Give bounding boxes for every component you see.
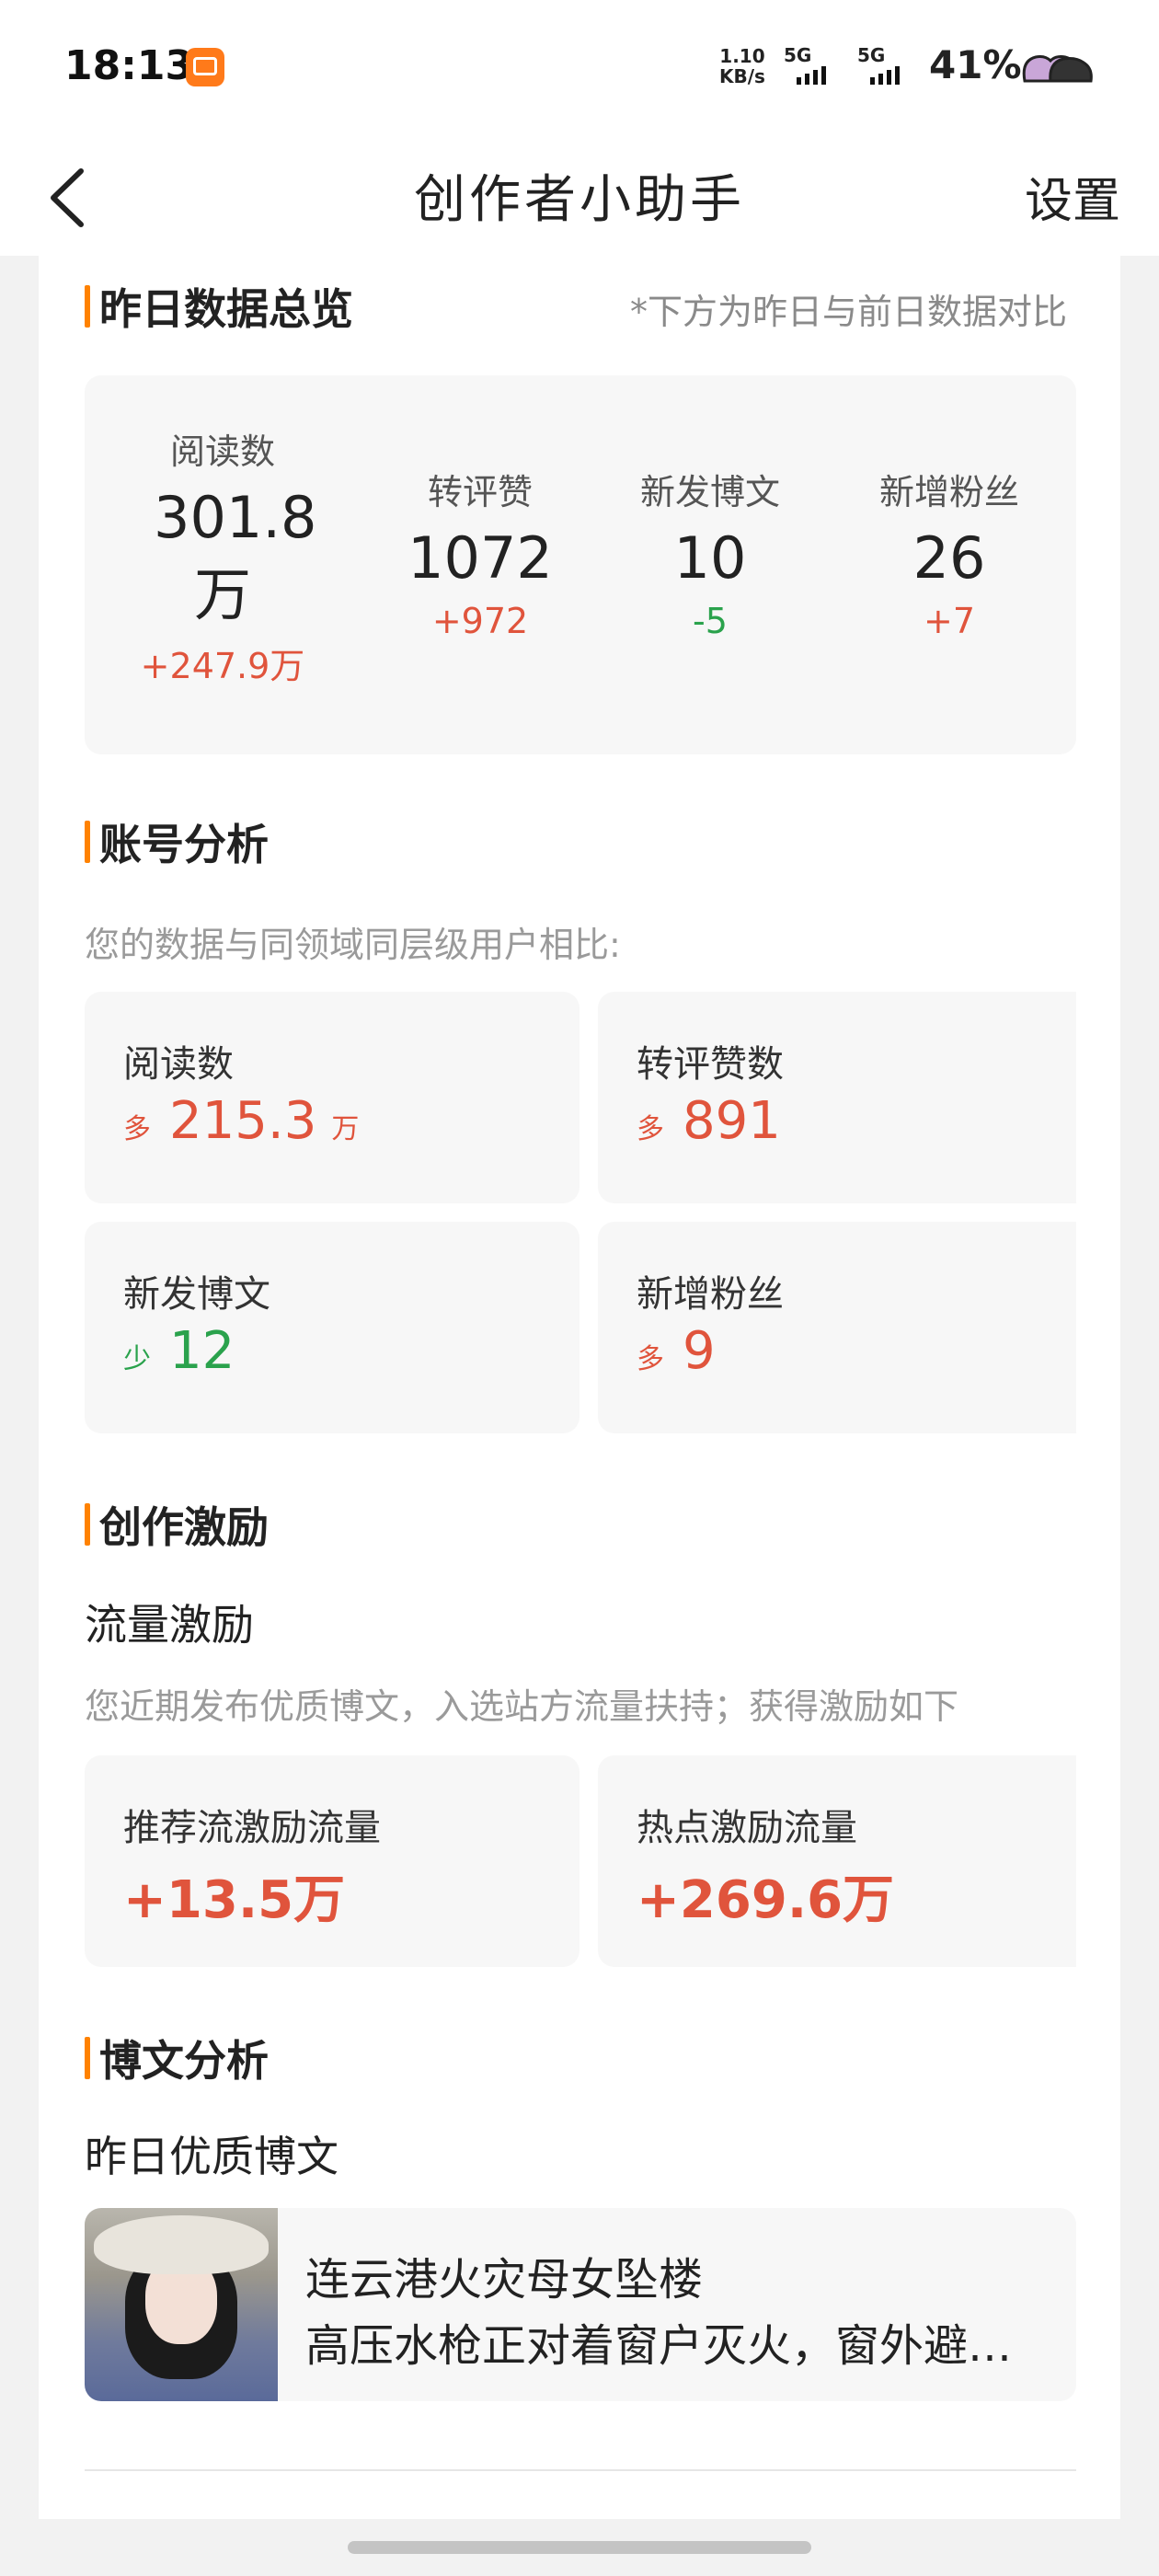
overview-card: 阅读数 301.8 万 +247.9万 转评赞 1072 +972 新发博文 1… xyxy=(85,375,1076,754)
overview-value: 26 xyxy=(912,524,986,592)
metric-value: 多 891 xyxy=(637,1091,781,1151)
incentive-recommend-traffic[interactable]: 推荐流激励流量 +13.5万 xyxy=(85,1755,580,1967)
incentive-description: 您近期发布优质博文，入选站方流量扶持；获得激励如下 xyxy=(85,1686,959,1727)
incentive-label: 热点激励流量 xyxy=(637,1807,857,1849)
metric-value: 多 215.3 万 xyxy=(123,1091,359,1151)
settings-button[interactable]: 设置 xyxy=(1025,162,1120,231)
metric-tag: 多 xyxy=(637,1343,664,1375)
overview-item-new-posts[interactable]: 新发博文 10 -5 xyxy=(627,464,793,641)
incentive-hotspot-traffic[interactable]: 热点激励流量 +269.6万 xyxy=(598,1755,1076,1967)
account-analysis-subtitle: 您的数据与同领域同层级用户相比: xyxy=(85,925,621,965)
post-title: 连云港火灾母女坠楼 xyxy=(305,2254,704,2306)
metric-value: 多 9 xyxy=(637,1321,716,1381)
overview-item-new-followers[interactable]: 新增粉丝 26 +7 xyxy=(857,464,1041,641)
network-speed-value: 1.10 xyxy=(719,45,765,67)
battery-percent: 41% xyxy=(929,42,1022,87)
overview-diff: +972 xyxy=(431,601,529,641)
overview-item-interactions[interactable]: 转评赞 1072 +972 xyxy=(388,464,572,641)
overview-label: 新发博文 xyxy=(639,472,780,512)
overview-value: 301.8 万 xyxy=(154,484,317,628)
overview-item-reads[interactable]: 阅读数 301.8 万 +247.9万 xyxy=(121,423,324,688)
incentive-label: 推荐流激励流量 xyxy=(123,1807,381,1849)
metric-label: 新增粉丝 xyxy=(637,1273,784,1316)
overview-value: 1072 xyxy=(407,524,553,592)
overview-diff: +7 xyxy=(923,601,976,641)
metric-label: 新发博文 xyxy=(123,1273,270,1316)
sim1-label: 5G xyxy=(784,44,812,66)
overview-label: 阅读数 xyxy=(169,431,275,472)
incentive-subtitle: 流量激励 xyxy=(85,1600,254,1650)
overview-note: *下方为昨日与前日数据对比 xyxy=(629,292,1067,332)
metric-tag: 少 xyxy=(123,1343,151,1375)
status-bar: 18:13 1.10 KB/s 5G 5G 41% xyxy=(0,0,1159,138)
metric-unit: 万 xyxy=(331,1113,360,1145)
metric-number: 215.3 xyxy=(169,1091,317,1151)
divider xyxy=(85,2469,1076,2471)
network-speed: 1.10 KB/s xyxy=(719,46,765,86)
overview-diff: +247.9万 xyxy=(140,646,305,686)
home-indicator[interactable] xyxy=(348,2541,811,2554)
account-metric-interactions[interactable]: 转评赞数 多 891 xyxy=(598,992,1076,1203)
main-panel: 昨日数据总览 *下方为昨日与前日数据对比 阅读数 301.8 万 +247.9万… xyxy=(39,256,1120,2519)
taobao-app-icon xyxy=(186,48,224,86)
section-title-incentive: 创作激励 xyxy=(85,1494,269,1555)
metric-label: 转评赞数 xyxy=(637,1043,784,1086)
metric-number: 9 xyxy=(683,1321,716,1381)
account-metric-new-posts[interactable]: 新发博文 少 12 xyxy=(85,1222,580,1433)
metric-tag: 多 xyxy=(637,1113,664,1145)
overview-value: 10 xyxy=(673,524,747,592)
post-excerpt: 高压水枪正对着窗户灭火，窗外避… xyxy=(305,2320,1013,2372)
post-thumbnail xyxy=(85,2208,278,2401)
post-analysis-subtitle: 昨日优质博文 xyxy=(85,2132,339,2181)
metric-number: 12 xyxy=(169,1321,235,1381)
metric-value: 少 12 xyxy=(123,1321,235,1381)
overview-diff: -5 xyxy=(693,601,728,641)
overview-label: 新增粉丝 xyxy=(878,472,1019,512)
incentive-value: +13.5万 xyxy=(123,1870,346,1930)
overview-label: 转评赞 xyxy=(427,472,533,512)
metric-number: 891 xyxy=(683,1091,781,1151)
metric-label: 阅读数 xyxy=(123,1043,234,1086)
section-title-post-analysis: 博文分析 xyxy=(85,2028,269,2088)
section-title-account-analysis: 账号分析 xyxy=(85,811,269,872)
top-post-card[interactable]: 连云港火灾母女坠楼 高压水枪正对着窗户灭火，窗外避… xyxy=(85,2208,1076,2401)
account-metric-new-followers[interactable]: 新增粉丝 多 9 xyxy=(598,1222,1076,1433)
sim2-label: 5G xyxy=(857,44,886,66)
network-speed-unit: KB/s xyxy=(719,65,765,87)
metric-tag: 多 xyxy=(123,1113,151,1145)
section-title-overview: 昨日数据总览 xyxy=(85,276,353,337)
incentive-value: +269.6万 xyxy=(637,1870,895,1930)
account-metric-reads[interactable]: 阅读数 多 215.3 万 xyxy=(85,992,580,1203)
page-title: 创作者小助手 xyxy=(414,170,745,230)
header: 创作者小助手 设置 xyxy=(0,138,1159,256)
status-time: 18:13 xyxy=(64,42,194,89)
battery-icon xyxy=(1022,55,1093,83)
